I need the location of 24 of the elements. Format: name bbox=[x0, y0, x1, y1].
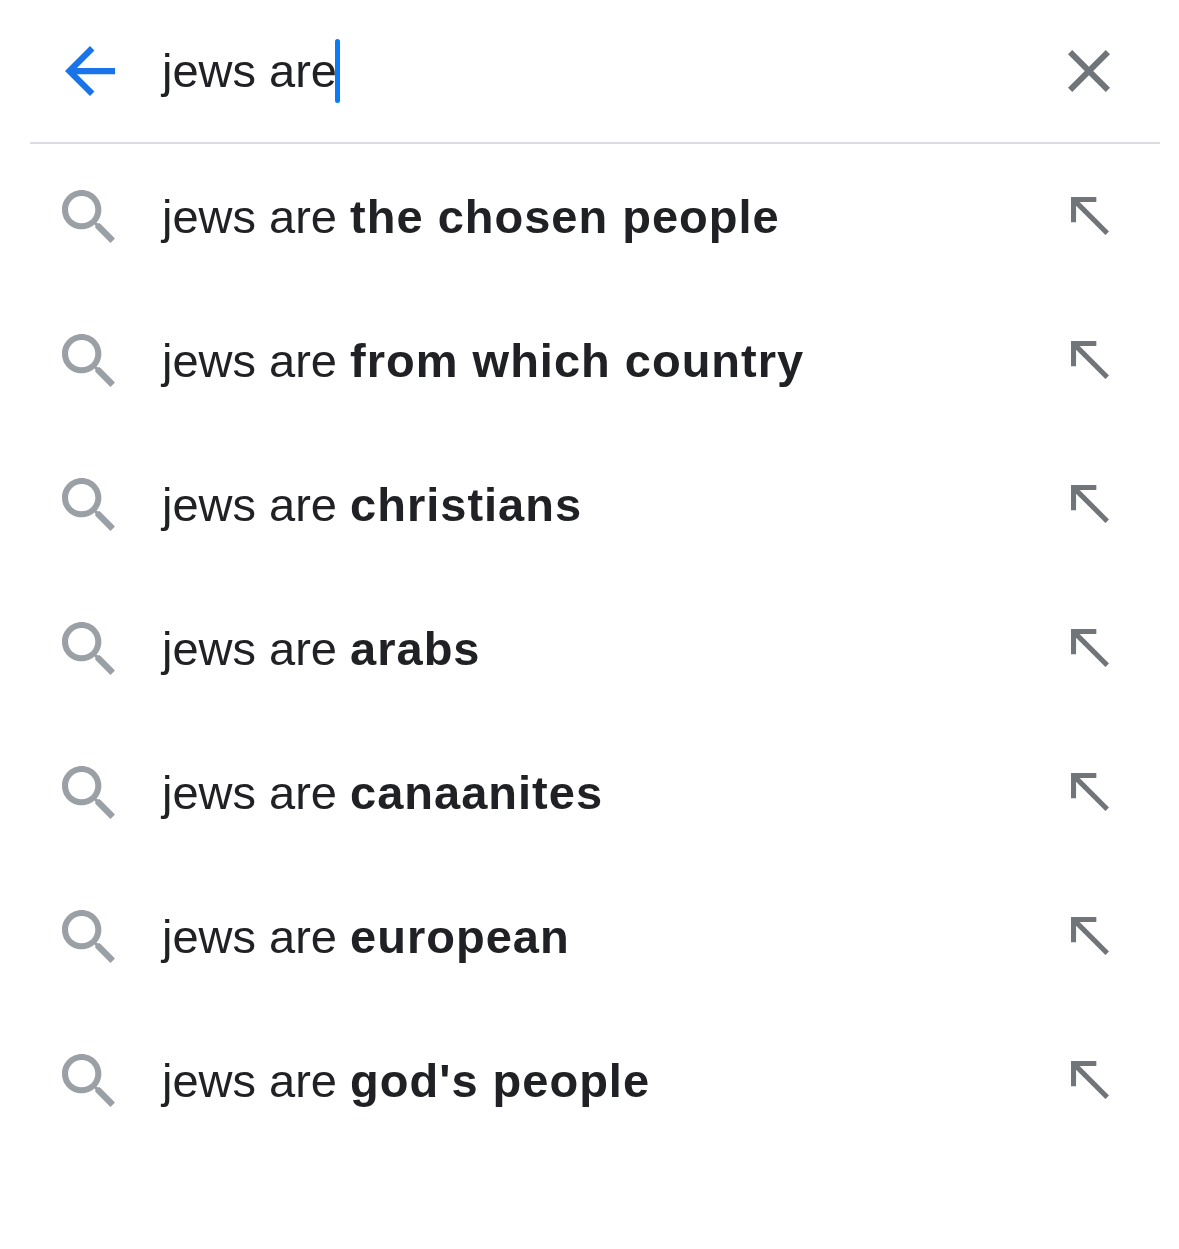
search-field[interactable]: jews are bbox=[162, 39, 340, 103]
search-icon bbox=[62, 1053, 115, 1107]
suggestion-text[interactable]: jews are canaanites bbox=[162, 764, 604, 820]
search-icon bbox=[62, 909, 115, 963]
up-left-arrow-icon[interactable] bbox=[1071, 773, 1109, 811]
suggestion-text[interactable]: jews are christians bbox=[162, 476, 583, 532]
suggestion-text[interactable]: jews are european bbox=[162, 908, 570, 964]
search-icon bbox=[62, 621, 115, 675]
suggestion-text[interactable]: jews are from which country bbox=[162, 332, 805, 388]
back-arrow-icon[interactable] bbox=[65, 46, 115, 96]
search-icon bbox=[62, 333, 115, 387]
search-icon bbox=[62, 765, 115, 819]
close-icon[interactable] bbox=[1068, 50, 1110, 92]
search-icon bbox=[62, 477, 115, 531]
suggestion-text[interactable]: jews are the chosen people bbox=[162, 188, 780, 244]
up-left-arrow-icon[interactable] bbox=[1071, 197, 1109, 235]
up-left-arrow-icon[interactable] bbox=[1071, 1061, 1109, 1099]
search-icon bbox=[62, 189, 115, 243]
up-left-arrow-icon[interactable] bbox=[1071, 629, 1109, 667]
up-left-arrow-icon[interactable] bbox=[1071, 341, 1109, 379]
suggestion-text[interactable]: jews are god's people bbox=[162, 1052, 651, 1108]
up-left-arrow-icon[interactable] bbox=[1071, 917, 1109, 955]
suggestion-text[interactable]: jews are arabs bbox=[162, 620, 481, 676]
up-left-arrow-icon[interactable] bbox=[1071, 485, 1109, 523]
